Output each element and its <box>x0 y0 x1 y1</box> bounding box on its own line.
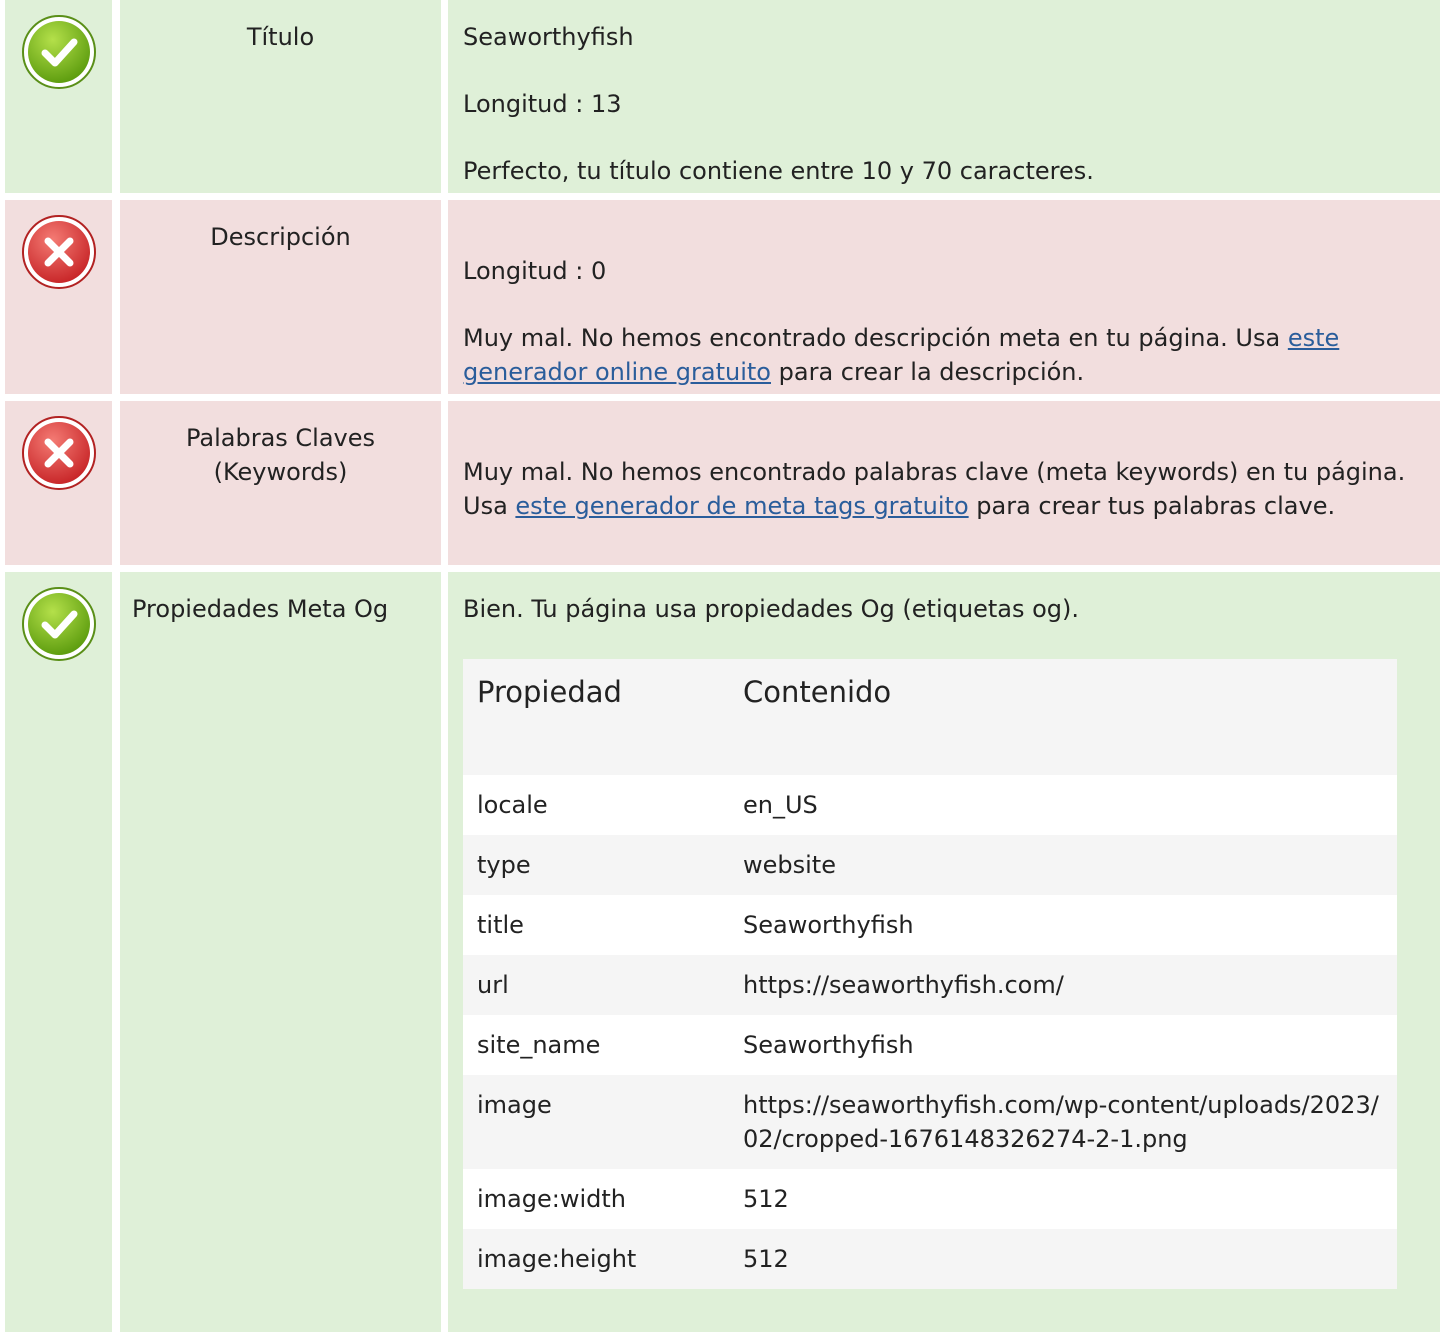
og-properties-table: Propiedad Contenido locale en_US type we… <box>463 659 1397 1289</box>
row-label: Palabras Claves (Keywords) <box>120 401 441 565</box>
description-message: Muy mal. No hemos encontrado descripción… <box>463 321 1410 389</box>
seo-row-keywords: Palabras Claves (Keywords) Muy mal. No h… <box>5 401 1440 565</box>
seo-report: Título Seaworthyfish Longitud : 13 Perfe… <box>0 0 1445 1332</box>
row-label: Propiedades Meta Og <box>120 572 441 1332</box>
property-cell: image <box>463 1075 729 1169</box>
table-row: site_name Seaworthyfish <box>463 1015 1397 1075</box>
description-message-text: Muy mal. No hemos encontrado descripción… <box>463 324 1288 352</box>
content-cell: website <box>729 835 1397 895</box>
description-message-tail: para crear la descripción. <box>771 358 1085 386</box>
x-circle-icon <box>21 416 96 490</box>
title-value: Seaworthyfish <box>463 23 634 51</box>
content-cell: Seaworthyfish <box>743 911 914 939</box>
keywords-message: Muy mal. No hemos encontrado palabras cl… <box>463 455 1410 523</box>
row-label: Título <box>120 0 441 193</box>
content-cell: 512 <box>729 1229 1397 1289</box>
title-message: Perfecto, tu título contiene entre 10 y … <box>463 157 1094 185</box>
status-cell <box>5 200 112 394</box>
table-row: image:height 512 <box>463 1229 1397 1289</box>
check-circle-icon <box>21 15 96 89</box>
content-cell: Seaworthyfish <box>743 1031 914 1059</box>
status-cell <box>5 0 112 193</box>
table-row: type website <box>463 835 1397 895</box>
property-cell: image:width <box>477 1185 626 1213</box>
property-cell: site_name <box>477 1031 601 1059</box>
meta-tags-generator-link[interactable]: este generador de meta tags gratuito <box>515 492 968 520</box>
table-row: image https://seaworthyfish.com/wp-conte… <box>463 1075 1397 1169</box>
table-row: locale en_US <box>463 775 1397 835</box>
content-cell: 512 <box>743 1185 789 1213</box>
property-cell: title <box>477 911 524 939</box>
keywords-message-tail: para crear tus palabras clave. <box>968 492 1336 520</box>
og-message: Bien. Tu página usa propiedades Og (etiq… <box>463 595 1079 623</box>
table-row: image:width 512 <box>463 1169 1397 1229</box>
row-content: Seaworthyfish Longitud : 13 Perfecto, tu… <box>448 0 1440 193</box>
row-content: Bien. Tu página usa propiedades Og (etiq… <box>448 572 1440 1332</box>
status-cell <box>5 401 112 565</box>
row-content: Muy mal. No hemos encontrado palabras cl… <box>448 401 1440 565</box>
description-length: Longitud : 0 <box>463 257 607 285</box>
property-cell: image:height <box>463 1229 729 1289</box>
title-length: Longitud : 13 <box>463 90 622 118</box>
check-circle-icon <box>21 587 96 661</box>
property-cell: type <box>463 835 729 895</box>
seo-row-title: Título Seaworthyfish Longitud : 13 Perfe… <box>5 0 1440 193</box>
status-cell <box>5 572 112 1332</box>
content-cell: https://seaworthyfish.com/ <box>729 955 1397 1015</box>
content-cell: https://seaworthyfish.com/wp-content/upl… <box>729 1075 1397 1169</box>
property-cell: locale <box>477 791 548 819</box>
table-row: title Seaworthyfish <box>463 895 1397 955</box>
table-header-row: Propiedad Contenido <box>463 659 1397 775</box>
column-header-property: Propiedad <box>463 659 729 775</box>
property-cell: url <box>463 955 729 1015</box>
x-circle-icon <box>21 215 96 289</box>
row-label: Descripción <box>120 200 441 394</box>
column-header-content: Contenido <box>729 659 1397 775</box>
table-row: url https://seaworthyfish.com/ <box>463 955 1397 1015</box>
content-cell: en_US <box>743 791 818 819</box>
seo-row-og-properties: Propiedades Meta Og Bien. Tu página usa … <box>5 572 1440 1332</box>
row-content: Longitud : 0 Muy mal. No hemos encontrad… <box>448 200 1440 394</box>
seo-row-description: Descripción Longitud : 0 Muy mal. No hem… <box>5 200 1440 394</box>
